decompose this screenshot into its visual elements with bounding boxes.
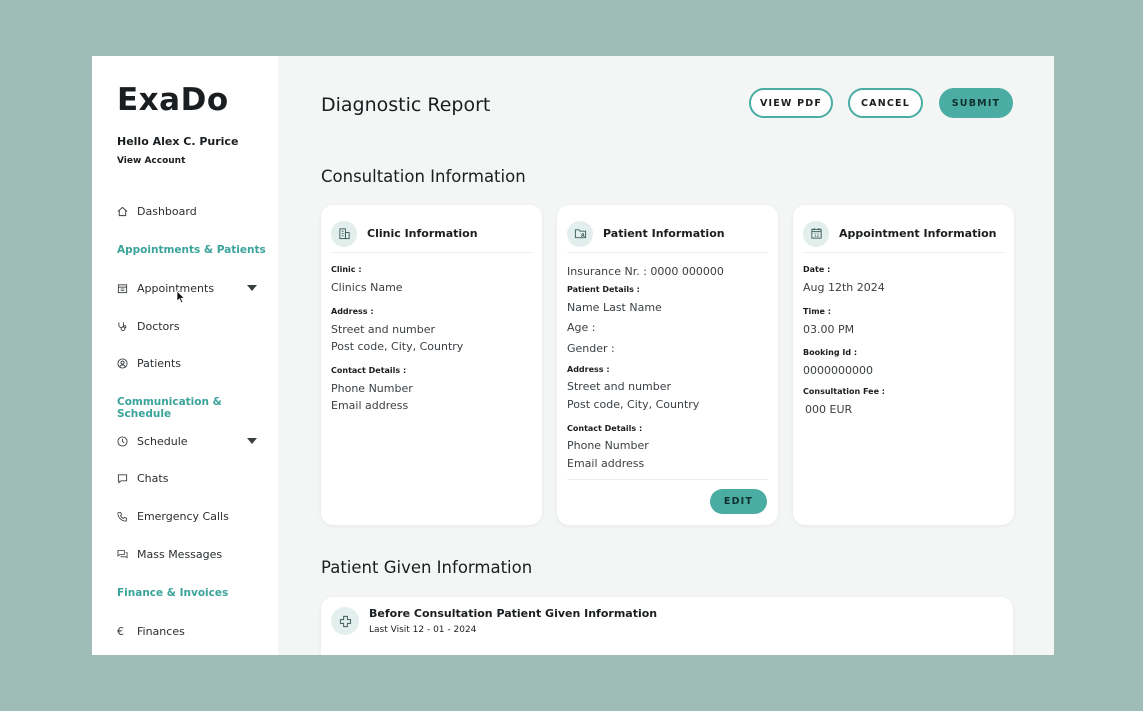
street: Street and number xyxy=(331,323,436,336)
contact-label: Contact Details : xyxy=(567,424,643,433)
sidebar-item-emergency-calls[interactable]: Emergency Calls xyxy=(117,506,257,526)
last-visit: Last Visit 12 - 01 - 2024 xyxy=(369,625,477,635)
city: Post code, City, Country xyxy=(567,398,700,411)
phone: Phone Number xyxy=(567,439,649,452)
card-title: Appointment Information xyxy=(839,227,997,240)
user-circle-icon xyxy=(117,357,128,369)
appointment-date: Aug 12th 2024 xyxy=(803,281,885,294)
consultation-information-title: Consultation Information xyxy=(321,167,526,186)
patient-gender: Gender : xyxy=(567,342,615,355)
city: Post code, City, Country xyxy=(331,340,464,353)
patient-age: Age : xyxy=(567,321,596,334)
home-icon xyxy=(117,206,128,216)
sidebar-item-appointments[interactable]: Appointments xyxy=(117,278,257,298)
clinic-label: Clinic : xyxy=(331,265,362,274)
folder-user-icon xyxy=(567,220,593,247)
sidebar-item-label: Patients xyxy=(137,356,182,370)
email: Email address xyxy=(567,457,645,470)
chat-icon xyxy=(117,473,128,484)
cancel-button[interactable]: CANCEL xyxy=(848,88,923,118)
address-label: Address : xyxy=(331,307,374,316)
view-pdf-button[interactable]: VIEW PDF xyxy=(749,88,833,118)
consultation-fee-label: Consultation Fee : xyxy=(803,387,886,396)
booking-id-label: Booking Id : xyxy=(803,348,858,357)
card-title: Patient Information xyxy=(603,227,725,240)
divider xyxy=(567,479,768,480)
sidebar-item-finances[interactable]: € Finances xyxy=(117,621,257,641)
app-logo: ExaDo xyxy=(117,82,229,118)
card-header: Clinic Information xyxy=(331,215,532,253)
email: Email address xyxy=(331,399,409,412)
appointment-information-card: 12 Appointment Information Date : Aug 12… xyxy=(793,205,1014,525)
edit-button[interactable]: EDIT xyxy=(710,489,767,514)
sidebar-item-chats[interactable]: Chats xyxy=(117,468,257,488)
card-header: Patient Information xyxy=(567,215,768,253)
chevron-down-icon[interactable] xyxy=(247,438,257,444)
sidebar-item-doctors[interactable]: Doctors xyxy=(117,316,257,336)
section-communication-schedule: Communication & Schedule xyxy=(117,396,222,420)
time-label: Time : xyxy=(803,307,831,316)
sidebar-item-schedule[interactable]: Schedule xyxy=(117,431,257,451)
chevron-down-icon[interactable] xyxy=(247,285,257,291)
svg-text:12: 12 xyxy=(813,233,819,238)
sidebar-item-label: Schedule xyxy=(137,434,188,448)
patient-details-label: Patient Details : xyxy=(567,285,640,294)
card-title: Clinic Information xyxy=(367,227,478,240)
patient-name: Name Last Name xyxy=(567,301,662,314)
euro-icon: € xyxy=(117,624,124,638)
mouse-cursor-icon xyxy=(176,290,186,304)
messages-icon xyxy=(117,549,128,558)
phone-icon xyxy=(117,511,128,521)
clock-icon xyxy=(117,435,128,447)
section-finance-invoices: Finance & Invoices xyxy=(117,587,229,599)
booking-id: 0000000000 xyxy=(803,364,873,377)
sidebar-item-label: Emergency Calls xyxy=(137,509,229,523)
app-window: ExaDo Hello Alex C. Purice View Account … xyxy=(92,56,1054,655)
calendar-icon: 12 xyxy=(803,220,829,247)
submit-button[interactable]: SUBMIT xyxy=(939,88,1013,118)
section-appointments-patients: Appointments & Patients xyxy=(117,244,266,256)
sidebar-item-mass-messages[interactable]: Mass Messages xyxy=(117,544,257,564)
address-label: Address : xyxy=(567,365,610,374)
calendar-icon xyxy=(117,283,128,293)
date-label: Date : xyxy=(803,265,831,274)
sidebar-item-patients[interactable]: Patients xyxy=(117,353,257,373)
sidebar-item-label: Finances xyxy=(137,624,185,638)
building-icon xyxy=(331,220,357,247)
appointment-time: 03.00 PM xyxy=(803,323,855,336)
insurance-number: Insurance Nr. : 0000 000000 xyxy=(567,265,724,278)
patient-information-card: Patient Information Insurance Nr. : 0000… xyxy=(557,205,778,525)
phone: Phone Number xyxy=(331,382,413,395)
sidebar-item-label: Chats xyxy=(137,471,169,485)
view-account-link[interactable]: View Account xyxy=(117,156,185,166)
street: Street and number xyxy=(567,380,672,393)
clinic-name: Clinics Name xyxy=(331,281,403,294)
sidebar-item-dashboard[interactable]: Dashboard xyxy=(117,201,257,221)
stethoscope-icon xyxy=(118,321,127,331)
card-header: 12 Appointment Information xyxy=(803,215,1004,253)
sidebar-item-label: Dashboard xyxy=(137,204,197,218)
contact-label: Contact Details : xyxy=(331,366,407,375)
card-title: Before Consultation Patient Given Inform… xyxy=(369,607,658,620)
clinic-information-card: Clinic Information Clinic : Clinics Name… xyxy=(321,205,542,525)
sidebar: ExaDo Hello Alex C. Purice View Account … xyxy=(92,56,278,655)
sidebar-item-label: Mass Messages xyxy=(137,547,223,561)
page-title: Diagnostic Report xyxy=(321,94,491,116)
consultation-fee: 000 EUR xyxy=(805,403,853,416)
patient-given-information-title: Patient Given Information xyxy=(321,558,533,577)
user-greeting: Hello Alex C. Purice xyxy=(117,135,239,148)
medical-cross-icon xyxy=(331,607,359,635)
patient-given-information-card[interactable]: Before Consultation Patient Given Inform… xyxy=(321,597,1013,655)
sidebar-item-label: Doctors xyxy=(137,319,180,333)
